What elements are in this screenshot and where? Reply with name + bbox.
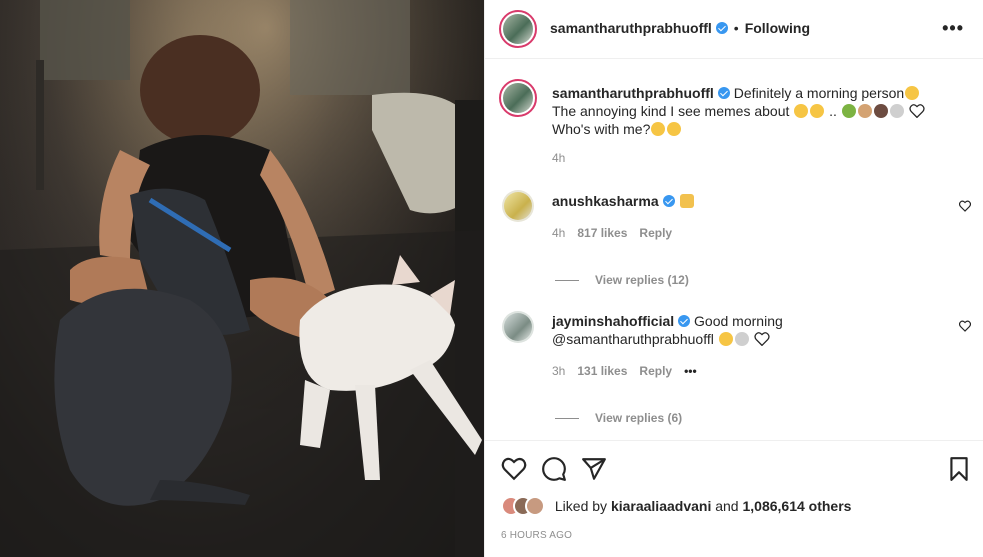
view-replies-button[interactable]: View replies (6) [555,411,682,425]
wink-emoji-icon [667,122,682,136]
comment-avatar[interactable] [502,311,534,343]
likes-summary: Liked by kiaraaliaadvani and 1,086,614 o… [501,496,851,516]
likes-prefix: Liked by [554,498,608,514]
post-panel: samantharuthprabhuoffl • Following ••• sam… [484,0,983,557]
view-replies-button[interactable]: View replies (12) [555,273,689,287]
separator-dot: • [733,20,739,36]
post-photo[interactable] [0,0,484,557]
share-icon[interactable] [581,456,607,482]
comment-text: Good morning [694,313,783,329]
post-image [0,0,484,557]
reply-button[interactable]: Reply [639,226,672,240]
comment-icon[interactable] [541,456,567,482]
comment-username[interactable]: jayminshahofficial [552,313,674,329]
mention-link[interactable]: @samantharuthprabhuoffl [552,331,714,347]
comment-likes[interactable]: 131 likes [577,364,627,378]
caption-avatar[interactable] [499,79,537,117]
likes-and: and [715,498,739,514]
bookmark-icon[interactable] [946,456,972,482]
view-replies-label: View replies (12) [595,273,689,287]
weightlifter-emoji-icon [857,104,872,118]
comment-1: anushkasharma [552,192,952,210]
caption: samantharuthprabhuoffl Definitely a morni… [552,84,972,167]
comment-username[interactable]: anushkasharma [552,193,659,209]
sun-emoji-icon [718,332,733,346]
cake-emoji-icon [889,104,904,118]
sun-emoji-icon [905,86,920,100]
verified-icon [715,22,728,34]
following-button[interactable]: Following [745,20,810,36]
pointing-emoji-icon [679,194,694,208]
reply-button[interactable]: Reply [639,364,672,378]
comment-meta: 3h 131 likes Reply ••• [552,364,709,378]
comment-more-icon[interactable]: ••• [684,364,697,378]
comment-2: jayminshahofficial Good morning @samanth… [552,312,952,348]
caption-time: 4h [552,151,566,165]
person-emoji-icon [841,104,856,118]
heart-icon[interactable] [501,456,527,482]
hands-emoji-icon [651,122,666,136]
verified-icon [717,87,730,99]
grin-emoji-icon [794,104,809,118]
comment-like-icon[interactable] [959,200,971,212]
heart-emoji-icon [909,104,925,119]
view-replies-label: View replies (6) [595,411,683,425]
caption-separator: .. [829,103,837,119]
author-username[interactable]: samantharuthprabhuoffl [550,20,712,36]
caption-line-1: Definitely a morning person [733,85,905,101]
more-options-icon[interactable]: ••• [942,18,964,39]
caption-line-3: Who's with me? [552,121,651,137]
comment-meta: 4h 817 likes Reply [552,226,684,240]
likes-count[interactable]: 1,086,614 others [742,498,851,514]
comment-likes[interactable]: 817 likes [577,226,627,240]
header-user: samantharuthprabhuoffl • Following [550,20,810,36]
comment-time: 3h [552,364,566,378]
post-header: samantharuthprabhuoffl • Following ••• [485,0,983,59]
verified-icon [678,315,691,327]
verified-icon [662,195,675,207]
cake-emoji-icon [734,332,749,346]
post-actions: Liked by kiaraaliaadvani and 1,086,614 o… [485,440,983,557]
liker-avatar[interactable] [525,496,545,516]
comment-avatar[interactable] [502,190,534,222]
nerd-emoji-icon [810,104,825,118]
caption-line-2: The annoying kind I see memes about [552,103,790,119]
liker-username[interactable]: kiaraaliaadvani [611,498,711,514]
heart-emoji-icon [753,332,770,347]
posted-time[interactable]: 6 HOURS AGO [501,530,572,541]
comment-time: 4h [552,226,566,240]
woman-emoji-icon [873,104,888,118]
author-avatar[interactable] [499,10,537,48]
caption-username[interactable]: samantharuthprabhuoffl [552,85,714,101]
comment-like-icon[interactable] [959,320,971,332]
